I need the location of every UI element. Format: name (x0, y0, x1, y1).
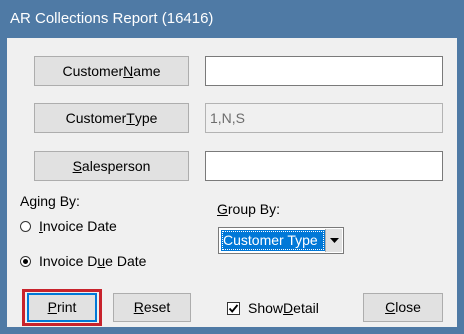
radio-invoice-date[interactable] (20, 220, 31, 232)
show-detail-label-pre: Show (248, 300, 284, 316)
customer-name-button[interactable]: Customer Name (34, 56, 189, 86)
aging-option-2-pre: Invoice D (39, 253, 98, 269)
group-by-label-key: G (217, 201, 228, 217)
customer-type-label-post: ype (134, 110, 158, 126)
salesperson-button[interactable]: Salesperson (34, 151, 189, 181)
aging-by-label: Aging By: (20, 193, 80, 209)
customer-name-label-pre: Customer (62, 63, 124, 79)
window-frame-bottom (0, 327, 464, 334)
print-highlight-outline (22, 289, 102, 326)
group-by-selected-value: Customer Type (221, 230, 325, 251)
dialog-content: Customer Name Customer Type 1,N,S Salesp… (7, 38, 457, 327)
window-frame-left (0, 38, 7, 334)
show-detail-checkbox-row[interactable]: Show Detail (227, 300, 319, 316)
customer-name-label-key: N (123, 63, 134, 79)
aging-option-2-key: u (97, 253, 106, 269)
close-label-post: lose (395, 299, 421, 315)
customer-type-label-key: T (126, 110, 135, 126)
customer-type-field[interactable]: 1,N,S (205, 103, 443, 133)
checkmark-icon (228, 303, 239, 313)
show-detail-label-post: etail (293, 300, 319, 316)
group-by-label: Group By: (217, 201, 280, 217)
aging-option-invoice-due-date[interactable]: Invoice Due Date (20, 253, 146, 269)
aging-option-2-post: e Date (105, 253, 147, 269)
customer-type-button[interactable]: Customer Type (34, 103, 189, 133)
reset-label-post: eset (143, 299, 171, 315)
aging-option-1-post: nvoice Date (42, 218, 117, 234)
show-detail-label-key: D (283, 300, 294, 316)
aging-option-invoice-date[interactable]: Invoice Date (20, 218, 117, 234)
close-label-key: C (385, 299, 396, 315)
reset-button[interactable]: Reset (113, 293, 191, 322)
chevron-down-icon (329, 237, 339, 243)
group-by-select[interactable]: Customer Type (218, 227, 344, 254)
radio-invoice-due-date[interactable] (20, 255, 31, 267)
salesperson-label-post: alesperson (81, 158, 151, 174)
show-detail-checkbox[interactable] (227, 301, 240, 315)
window-title: AR Collections Report (16416) (0, 0, 464, 38)
salesperson-label-key: S (72, 158, 82, 174)
salesperson-field[interactable] (205, 151, 443, 181)
customer-type-label-pre: Customer (65, 110, 127, 126)
group-by-label-post: roup By: (227, 201, 281, 217)
customer-name-label-post: ame (133, 63, 161, 79)
reset-label-key: R (133, 299, 144, 315)
close-button[interactable]: Close (363, 293, 443, 322)
report-window: AR Collections Report (16416) Customer N… (0, 0, 464, 334)
dropdown-arrow-button[interactable] (325, 229, 342, 252)
customer-name-field[interactable] (205, 56, 443, 86)
window-frame-right (457, 38, 464, 334)
